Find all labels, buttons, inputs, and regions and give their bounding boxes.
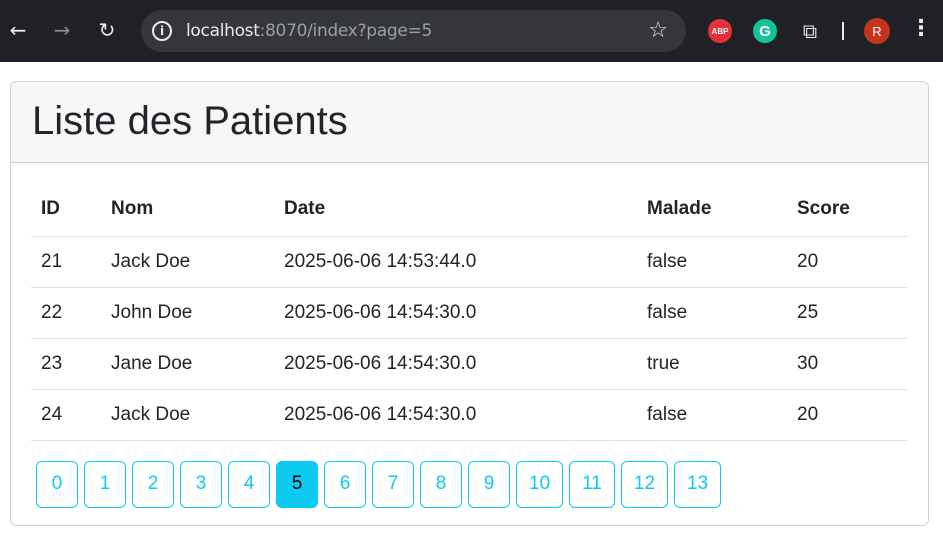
page-link-8[interactable]: 8 (420, 460, 462, 508)
cell-malade: false (637, 236, 787, 288)
column-header-date: Date (274, 183, 637, 237)
cell-nom: Jane Doe (101, 338, 274, 390)
page-link-6[interactable]: 6 (324, 460, 366, 508)
column-header-id: ID (31, 183, 101, 237)
toolbar-divider (842, 22, 844, 40)
cell-malade: false (637, 287, 787, 339)
cell-id: 24 (31, 389, 101, 441)
back-arrow-icon[interactable]: ← (4, 16, 32, 44)
page-link-13[interactable]: 13 (674, 460, 722, 508)
cell-date: 2025-06-06 14:54:30.0 (274, 389, 637, 441)
cell-date: 2025-06-06 14:53:44.0 (274, 236, 637, 288)
reload-icon[interactable]: ↻ (93, 16, 121, 44)
column-header-score: Score (787, 183, 908, 237)
cell-nom: John Doe (101, 287, 274, 339)
page-link-2[interactable]: 2 (132, 460, 174, 508)
cell-date: 2025-06-06 14:54:30.0 (274, 338, 637, 390)
pagination: 0 1 2 3 4 5 6 7 8 9 10 11 12 13 (36, 460, 908, 508)
page-link-5-active[interactable]: 5 (276, 460, 318, 508)
cell-score: 20 (787, 236, 908, 288)
table-row: 21 Jack Doe 2025-06-06 14:53:44.0 false … (31, 236, 908, 288)
card-header: Liste des Patients (11, 82, 928, 163)
table-row: 22 John Doe 2025-06-06 14:54:30.0 false … (31, 287, 908, 339)
url-path: :8070/index?page=5 (259, 21, 433, 41)
page-link-7[interactable]: 7 (372, 460, 414, 508)
cell-id: 22 (31, 287, 101, 339)
star-icon[interactable]: ☆ (648, 18, 668, 43)
table-row: 24 Jack Doe 2025-06-06 14:54:30.0 false … (31, 389, 908, 441)
page-link-11[interactable]: 11 (569, 460, 615, 508)
adblock-extension-icon[interactable]: ABP (708, 19, 732, 43)
page-link-10[interactable]: 10 (516, 460, 564, 508)
cell-nom: Jack Doe (101, 236, 274, 288)
table-row: 23 Jane Doe 2025-06-06 14:54:30.0 true 3… (31, 338, 908, 390)
cell-score: 25 (787, 287, 908, 339)
card-body: ID Nom Date Malade Score 21 Jack Doe 202… (11, 163, 928, 525)
url-host: localhost (186, 21, 260, 41)
page-link-4[interactable]: 4 (228, 460, 270, 508)
browser-toolbar: ← → ↻ i localhost:8070/index?page=5 ☆ AB… (0, 0, 943, 62)
forward-arrow-icon[interactable]: → (48, 16, 76, 44)
url-text[interactable]: localhost:8070/index?page=5 (186, 21, 432, 41)
cell-id: 23 (31, 338, 101, 390)
cell-id: 21 (31, 236, 101, 288)
page-link-9[interactable]: 9 (468, 460, 510, 508)
page-link-3[interactable]: 3 (180, 460, 222, 508)
page-link-12[interactable]: 12 (620, 460, 669, 508)
column-header-malade: Malade (637, 183, 787, 237)
page-link-0[interactable]: 0 (36, 460, 78, 508)
page-link-1[interactable]: 1 (84, 460, 126, 508)
table-header-row: ID Nom Date Malade Score (31, 183, 908, 237)
patients-table: ID Nom Date Malade Score 21 Jack Doe 202… (31, 183, 908, 441)
patients-card: Liste des Patients ID Nom Date Malade Sc… (10, 81, 929, 526)
profile-avatar[interactable]: R (864, 18, 890, 44)
cell-nom: Jack Doe (101, 389, 274, 441)
kebab-menu-icon[interactable]: ⋮ (910, 16, 932, 41)
column-header-nom: Nom (101, 183, 274, 237)
page-title: Liste des Patients (32, 99, 348, 143)
puzzle-icon[interactable]: ⧉ (797, 18, 823, 44)
cell-malade: false (637, 389, 787, 441)
address-bar[interactable]: i localhost:8070/index?page=5 ☆ (141, 10, 686, 52)
cell-date: 2025-06-06 14:54:30.0 (274, 287, 637, 339)
cell-malade: true (637, 338, 787, 390)
cell-score: 30 (787, 338, 908, 390)
info-icon[interactable]: i (152, 21, 172, 41)
grammarly-extension-icon[interactable]: G (753, 19, 777, 43)
cell-score: 20 (787, 389, 908, 441)
